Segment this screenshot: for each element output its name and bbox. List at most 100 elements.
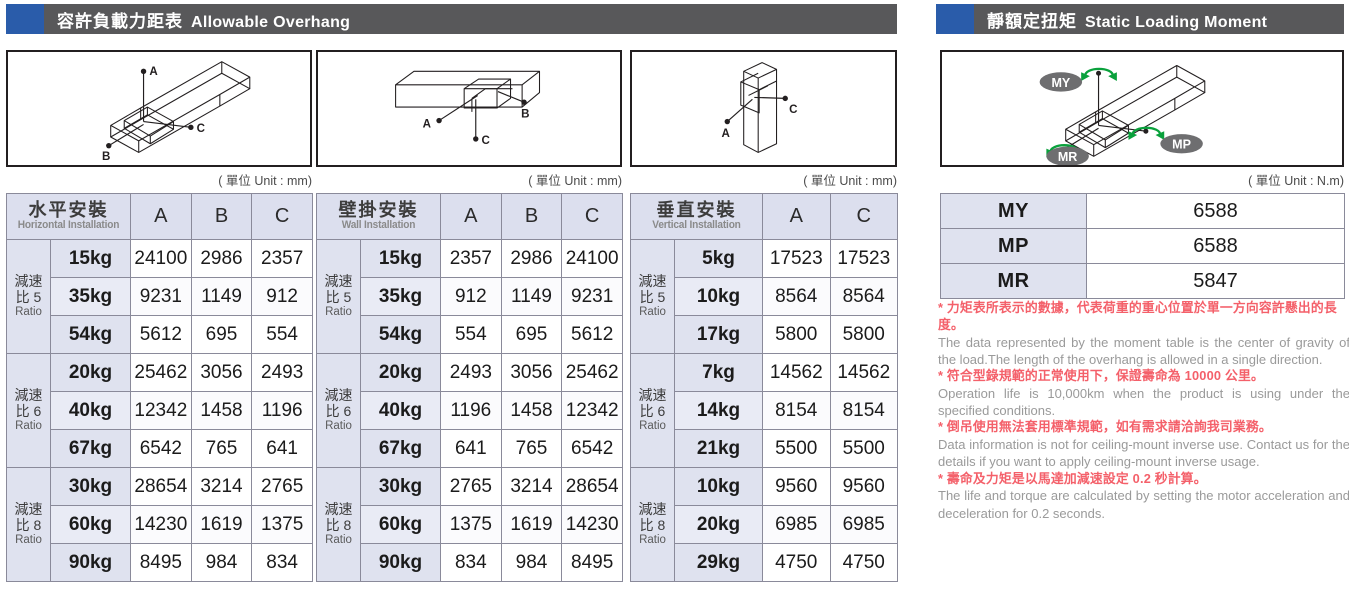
overhang-value-cell: 8495 [561,543,623,582]
ratio-label-group-1: 減速比 5 Ratio [630,239,675,354]
overhang-value-cell: 5800 [762,315,831,354]
label-b: B [102,151,110,163]
overhang-value-cell: 1149 [500,277,563,316]
header-install-type-en: Wall Installation [341,218,416,231]
overhang-value-cell: 9560 [762,467,831,506]
moment-row: MP 6588 [940,228,1345,264]
note-en-4: The life and torque are calculated by se… [938,488,1349,521]
label-a: A [721,128,730,140]
header-install-type-en: Vertical Installation [652,218,741,231]
table-row: 減速比 8 Ratio 30kg 28654 3214 2765 [6,467,313,582]
load-value-cell: 35kg [49,277,132,316]
header-column-c: C [251,193,313,240]
overhang-value-cell: 1619 [190,505,253,544]
section-title-en: Allowable Overhang [191,13,351,31]
overhang-value-cell: 2986 [500,239,563,278]
overhang-value-cell: 554 [251,315,313,354]
moment-label-my: MY [1039,72,1083,92]
table-row: 40kg 1196 1458 12342 [317,391,623,430]
table-row: 35kg 9231 1149 912 [7,277,313,316]
overhang-value-cell: 641 [440,429,502,468]
section-title-cn: 容許負載力距表 [57,11,183,31]
diagram-horizontal-installation: A C B [6,50,312,167]
note-cn-2: * 符合型錄規範的正常使用下，保證壽命為 10000 公里。 [938,368,1264,384]
load-value-cell: 15kg [360,239,441,278]
overhang-value-cell: 1149 [190,277,253,316]
load-value-cell: 7kg [674,353,763,392]
header-column-a: A [130,193,192,240]
overhang-value-cell: 8564 [829,277,898,316]
moment-value-cell: 5847 [1086,263,1345,299]
table-static-loading-moment: MY 6588 MP 6588 MR 5847 [940,193,1345,299]
table-row: 67kg 6542 765 641 [7,429,313,468]
diagram-static-loading-moment: MY MP MR [940,50,1344,167]
overhang-value-cell: 28654 [130,467,192,506]
overhang-value-cell: 17523 [829,239,898,278]
table-row: 90kg 8495 984 834 [7,543,313,582]
table-row: 減速比 8 Ratio 30kg 2765 3214 28654 [316,467,623,582]
header-install-type-cn: 壁掛安裝 [338,199,419,220]
load-value-cell: 20kg [674,505,763,544]
diagram-wall-svg: A B C [395,70,541,147]
load-value-cell: 90kg [360,543,441,582]
header-install-type-en: Horizontal Installation [17,218,120,231]
overhang-value-cell: 3056 [190,353,253,392]
svg-text:MY: MY [1051,76,1070,90]
marker-dot-c [473,136,479,142]
header-title-group: 容許負載力距表 Allowable Overhang [44,7,350,32]
overhang-value-cell: 4750 [762,543,831,582]
load-value-cell: 21kg [674,429,763,468]
notes-block: * 力矩表所表示的數據，代表荷重的重心位置於單一方向容許懸出的長度。 The da… [938,300,1349,522]
overhang-value-cell: 5612 [130,315,192,354]
label-c: C [789,104,798,116]
overhang-value-cell: 2357 [251,239,313,278]
note-en-1: The data represented by the moment table… [938,334,1349,367]
overhang-value-cell: 641 [251,429,313,468]
table-row: 減速比 6 Ratio 20kg 25462 3056 2493 [6,353,313,468]
overhang-value-cell: 24100 [561,239,623,278]
unit-label-wall: ( 單位 Unit : mm) [528,174,622,188]
header-column-b: B [500,193,563,240]
overhang-value-cell: 12342 [130,391,192,430]
ratio-label-group-3: 減速比 8 Ratio [6,467,51,582]
overhang-value-cell: 3214 [190,467,253,506]
overhang-value-cell: 9560 [829,467,898,506]
load-value-cell: 60kg [360,505,441,544]
overhang-value-cell: 8564 [762,277,831,316]
load-value-cell: 35kg [360,277,441,316]
load-value-cell: 67kg [49,429,132,468]
header-install-type-cn: 垂直安裝 [656,199,737,220]
table-row: 60kg 14230 1619 1375 [7,505,313,544]
label-b: B [521,109,529,121]
marker-dot-b [106,142,112,149]
overhang-value-cell: 14562 [762,353,831,392]
header-column-a: A [762,193,831,240]
overhang-value-cell: 5500 [829,429,898,468]
svg-text:MP: MP [1172,138,1191,152]
section-header-static-loading-moment: 靜額定扭矩 Static Loading Moment [936,4,1344,34]
moment-row: MY 6588 [940,193,1345,229]
overhang-value-cell: 12342 [561,391,623,430]
overhang-value-cell: 2765 [440,467,502,506]
table-row: 減速比 5 Ratio 5kg 17523 17523 [630,239,898,354]
note-en-3: Data information is not for ceiling-moun… [938,437,1349,470]
header-install-type-cn: 水平安裝 [28,199,109,220]
section-header-allowable-overhang: 容許負載力距表 Allowable Overhang [6,4,897,34]
diagram-horizontal-svg: A C B [102,61,251,163]
ratio-label-group-2: 減速比 6 Ratio [316,353,361,468]
note-cn-1: * 力矩表所表示的數據，代表荷重的重心位置於單一方向容許懸出的長度。 [938,300,1337,332]
load-value-cell: 5kg [674,239,763,278]
load-value-cell: 67kg [360,429,441,468]
note-cn-4: * 壽命及力矩是以馬達加減速設定 0.2 秒計算。 [938,470,1207,486]
overhang-value-cell: 9231 [130,277,192,316]
note-cn-3: * 倒吊使用無法套用標準規範，如有需求請洽詢我司業務。 [938,419,1272,435]
label-a: A [149,66,158,78]
load-value-cell: 60kg [49,505,132,544]
ratio-label-group-2: 減速比 6 Ratio [630,353,675,468]
marker-dot-c [782,95,788,102]
moment-value-cell: 6588 [1086,228,1345,264]
diagram-moment-svg: MY MP MR [1039,64,1206,165]
overhang-value-cell: 25462 [130,353,192,392]
table-horizontal-installation: 水平安裝 Horizontal Installation A B C 減速比 5 Ratio… [5,193,313,582]
section-title-cn-moment: 靜額定扭矩 [987,11,1077,31]
